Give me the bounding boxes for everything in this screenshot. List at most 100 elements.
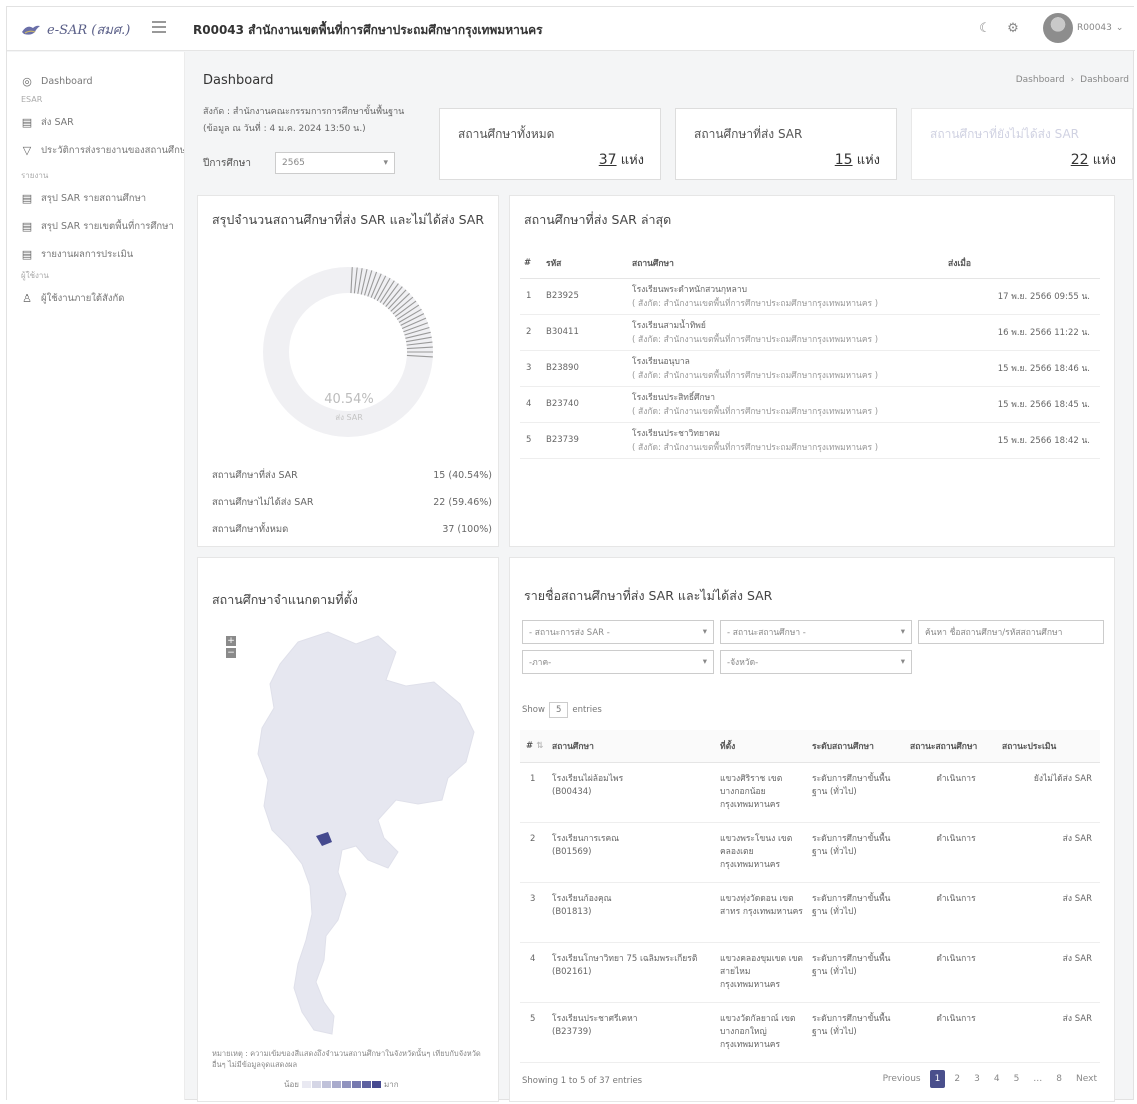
- summary-card: สรุปจำนวนสถานศึกษาที่ส่ง SAR และไม่ได้ส่…: [197, 195, 499, 547]
- row-number: 1: [520, 762, 552, 823]
- page-button[interactable]: 5: [1009, 1070, 1025, 1088]
- sidebar-item-users[interactable]: ♙ ผู้ใช้งานภายใต้สังกัด: [7, 284, 184, 312]
- app-frame: e-SAR (สมศ.) R00043 สำนักงานเขตพื้นที่กา…: [6, 6, 1135, 1102]
- sidebar-item-label: ส่ง SAR: [41, 116, 74, 128]
- sar-status-select[interactable]: - สถานะการส่ง SAR - ▾: [522, 620, 714, 644]
- legend-swatch: [301, 1081, 311, 1088]
- sidebar-item-report-area[interactable]: ▤ สรุป SAR รายเขตพื้นที่การศึกษา: [7, 212, 184, 240]
- data-as-of-text: (ข้อมูล ณ วันที่ : 4 ม.ค. 2024 13:50 น.): [203, 124, 366, 134]
- page-button[interactable]: 4: [989, 1070, 1005, 1088]
- next-button[interactable]: Next: [1071, 1070, 1102, 1088]
- app-logo[interactable]: e-SAR (สมศ.): [21, 19, 130, 40]
- page-button[interactable]: 2: [949, 1070, 965, 1088]
- map-legend: น้อย มาก: [284, 1078, 399, 1091]
- document-icon: ▤: [21, 115, 33, 129]
- row-number: 5: [520, 422, 546, 459]
- table-row[interactable]: 1 B23925 โรงเรียนพระดำหนักสวนกุหลาบ( สัง…: [520, 278, 1100, 315]
- legend-swatch: [341, 1081, 351, 1088]
- stat-value: 15 แห่ง: [834, 152, 880, 168]
- school-name: โรงเรียนโกษาวิทยา 75 เฉลิมพระเกียรติ (B02…: [552, 942, 720, 1003]
- previous-button[interactable]: Previous: [878, 1070, 926, 1088]
- table-row[interactable]: 5 B23739 โรงเรียนประชาวิทยาคม( สังกัด: ส…: [520, 422, 1100, 459]
- user-menu[interactable]: R00043 ⌄: [1043, 13, 1123, 43]
- region-select[interactable]: -ภาค- ▾: [522, 650, 714, 674]
- school-status: ดำเนินการ: [910, 1002, 1002, 1063]
- sort-icon: ⇅: [536, 740, 544, 751]
- sidebar-item-history[interactable]: ▽ ประวัติการส่งรายงานของสถานศึกษา: [7, 136, 184, 164]
- table-row[interactable]: 3 โรงเรียนก้องคุณ (B01813) แขวงทุ่งวัดดอน…: [520, 882, 1100, 943]
- settings-gear-icon[interactable]: ⚙: [1005, 21, 1021, 37]
- table-info: Showing 1 to 5 of 37 entries: [522, 1076, 643, 1086]
- sidebar-item-label: ผู้ใช้งานภายใต้สังกัด: [41, 292, 125, 304]
- school-name: โรงเรียนก้องคุณ (B01813): [552, 882, 720, 943]
- app-name: e-SAR (สมศ.): [47, 23, 131, 38]
- search-input[interactable]: ค้นหา ชื่อสถานศึกษา/รหัสสถานศึกษา: [918, 620, 1104, 644]
- stat-card-not-sent: สถานศึกษาที่ยังไม่ได้ส่ง SAR 22 แห่ง: [911, 108, 1133, 180]
- legend-low-label: น้อย: [284, 1080, 299, 1089]
- school-status: ดำเนินการ: [910, 882, 1002, 943]
- sent-date: 17 พ.ย. 2566 09:55 น.: [948, 278, 1100, 315]
- page-button[interactable]: 1: [929, 1070, 946, 1088]
- page-button[interactable]: 3: [969, 1070, 985, 1088]
- chevron-down-icon: ▾: [702, 657, 707, 667]
- latest-sar-card: สถานศึกษาที่ส่ง SAR ล่าสุด # รหัส สถานศึ…: [509, 195, 1115, 547]
- schools-table: # ⇅ สถานศึกษา ที่ตั้ง ระดับสถานศึกษา สถา…: [520, 730, 1100, 1063]
- sent-date: 15 พ.ย. 2566 18:46 น.: [948, 350, 1100, 387]
- map-note: หมายเหตุ : ความเข้มของสีแสดงถึงจำนวนสถาน…: [212, 1049, 481, 1069]
- sidebar: ◎ Dashboard ESAR ▤ ส่ง SAR ▽ ประวัติการส…: [7, 52, 185, 1100]
- table-row[interactable]: 4 B23740 โรงเรียนประสิทธิ์ศึกษา( สังกัด:…: [520, 386, 1100, 423]
- province-select[interactable]: -จังหวัด- ▾: [720, 650, 912, 674]
- chevron-down-icon: ▾: [900, 627, 905, 637]
- sidebar-item-label: Dashboard: [41, 75, 93, 87]
- sort-header[interactable]: # ⇅: [520, 730, 552, 763]
- sidebar-item-send-sar[interactable]: ▤ ส่ง SAR: [7, 108, 184, 136]
- sidebar-item-report-eval[interactable]: ▤ รายงานผลการประเมิน: [7, 240, 184, 268]
- filter-icon: ▽: [22, 143, 32, 157]
- table-row[interactable]: 2 โรงเรียนการเรคณ (B01569) แขวงพระโขนง เข…: [520, 822, 1100, 883]
- table-row[interactable]: 5 โรงเรียนประชาศรีเคหา (B23739) แขวงวัดกั…: [520, 1002, 1100, 1063]
- map-title: สถานศึกษาจำแนกตามที่ตั้ง: [212, 592, 358, 607]
- stat-value: 37 แห่ง: [598, 152, 644, 168]
- page-length: Show 5 entries: [522, 702, 602, 718]
- breadcrumb-link[interactable]: Dashboard: [1016, 75, 1065, 85]
- legend-row-sent: สถานศึกษาที่ส่ง SAR 15 (40.54%): [212, 470, 492, 481]
- page-button[interactable]: 8: [1051, 1070, 1067, 1088]
- school-status: ดำเนินการ: [910, 762, 1002, 823]
- school-level: ระดับการศึกษาขั้นพื้นฐาน (ทั่วไป): [812, 822, 910, 883]
- school-location: แขวงทุ่งวัดดอน เขตสาทร กรุงเทพมหานคร: [720, 882, 812, 943]
- summary-title: สรุปจำนวนสถานศึกษาที่ส่ง SAR และไม่ได้ส่…: [212, 212, 485, 227]
- page-title: Dashboard: [203, 73, 274, 88]
- page-button[interactable]: …: [1028, 1070, 1047, 1088]
- latest-title: สถานศึกษาที่ส่ง SAR ล่าสุด: [524, 212, 672, 227]
- table-row[interactable]: 3 B23890 โรงเรียนอนุบาล( สังกัด: สำนักงา…: [520, 350, 1100, 387]
- school-status-select[interactable]: - สถานะสถานศึกษา - ▾: [720, 620, 912, 644]
- legend-swatch: [371, 1081, 381, 1088]
- legend-swatch: [311, 1081, 321, 1088]
- table-row[interactable]: 1 โรงเรียนไผ่ล้อมไพร (B00434) แขวงศิริราช…: [520, 762, 1100, 823]
- document-icon: ▤: [21, 191, 33, 205]
- sidebar-item-report-school[interactable]: ▤ สรุป SAR รายสถานศึกษา: [7, 184, 184, 212]
- row-number: 2: [520, 314, 546, 351]
- page-length-select[interactable]: 5: [548, 702, 569, 718]
- legend-row-not-sent: สถานศึกษาไม่ได้ส่ง SAR 22 (59.46%): [212, 497, 492, 508]
- table-row[interactable]: 4 โรงเรียนโกษาวิทยา 75 เฉลิมพระเกียรติ (B…: [520, 942, 1100, 1003]
- school-cell: โรงเรียนอนุบาล( สังกัด: สำนักงานเขตพื้นท…: [632, 350, 948, 387]
- table-row[interactable]: 2 B30411 โรงเรียนสามน้ำทิพย์( สังกัด: สำ…: [520, 314, 1100, 351]
- row-number: 2: [520, 822, 552, 883]
- user-name: R00043: [1077, 23, 1112, 33]
- affiliation-info: สังกัด : สำนักงานคณะกรรมการการศึกษาขั้นพ…: [203, 104, 404, 138]
- affiliation-text: สังกัด : สำนักงานคณะกรรมการการศึกษาขั้นพ…: [203, 107, 405, 117]
- school-name: โรงเรียนประชาศรีเคหา (B23739): [552, 1002, 720, 1063]
- year-select[interactable]: 2565 ▾: [275, 152, 395, 174]
- thailand-map[interactable]: [228, 624, 488, 1044]
- map-card: สถานศึกษาจำแนกตามที่ตั้ง + − หมายเหตุ : …: [197, 557, 499, 1102]
- school-cell: โรงเรียนประชาวิทยาคม( สังกัด: สำนักงานเข…: [632, 422, 948, 459]
- menu-toggle-icon[interactable]: [152, 21, 166, 33]
- eval-status: ส่ง SAR: [1002, 942, 1100, 1003]
- dark-mode-icon[interactable]: ☾: [977, 21, 993, 37]
- sidebar-item-dashboard[interactable]: ◎ Dashboard: [7, 70, 184, 92]
- school-name: โรงเรียนการเรคณ (B01569): [552, 822, 720, 883]
- chevron-down-icon: ▾: [702, 627, 707, 637]
- row-number: 5: [520, 1002, 552, 1063]
- sidebar-item-label: สรุป SAR รายเขตพื้นที่การศึกษา: [41, 220, 174, 232]
